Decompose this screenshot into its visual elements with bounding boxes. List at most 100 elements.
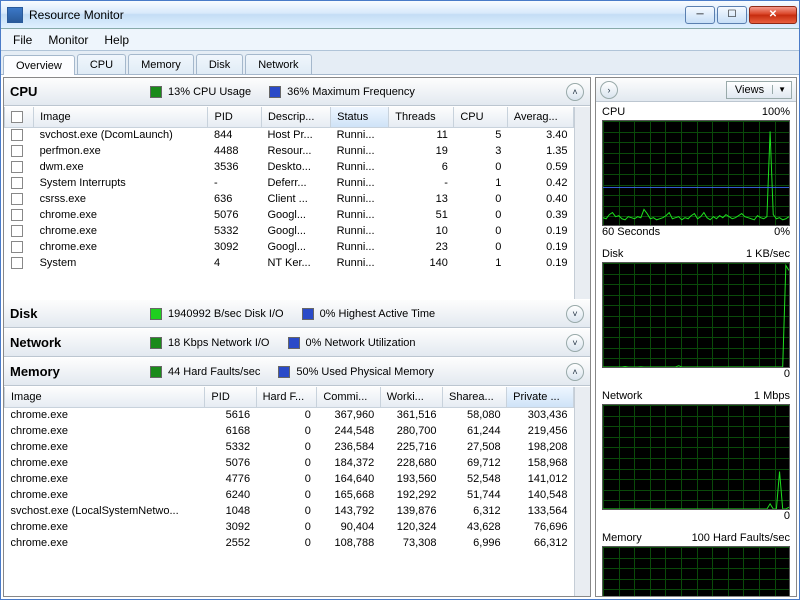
disk-section-header[interactable]: Disk 1940992 B/sec Disk I/O 0% Highest A… <box>4 300 590 328</box>
table-row[interactable]: svchost.exe (DcomLaunch) 844 Host Pr... … <box>5 127 574 143</box>
row-checkbox[interactable] <box>11 129 23 141</box>
table-row[interactable]: chrome.exe 2552 0 108,788 73,308 6,996 6… <box>5 535 574 551</box>
table-row[interactable]: System 4 NT Ker... Runni... 140 1 0.19 <box>5 255 574 271</box>
tab-cpu[interactable]: CPU <box>77 54 126 74</box>
network-expand-button[interactable]: ˅ <box>566 334 584 352</box>
disk-expand-button[interactable]: ˅ <box>566 305 584 323</box>
cell-cpu: 5 <box>454 127 507 143</box>
mem-col-image[interactable]: Image <box>5 387 205 407</box>
mem-col-share[interactable]: Sharea... <box>443 387 507 407</box>
cpu-col-threads[interactable]: Threads <box>389 107 454 127</box>
cpu-vscrollbar[interactable] <box>574 107 590 299</box>
menu-monitor[interactable]: Monitor <box>40 31 96 49</box>
cell-status: Runni... <box>331 207 389 223</box>
cpu-col-avg[interactable]: Averag... <box>507 107 573 127</box>
table-row[interactable]: svchost.exe (LocalSystemNetwo... 1048 0 … <box>5 503 574 519</box>
table-row[interactable]: chrome.exe 5332 0 236,584 225,716 27,508… <box>5 439 574 455</box>
graph-canvas <box>602 404 790 510</box>
table-row[interactable]: chrome.exe 6168 0 244,548 280,700 61,244… <box>5 423 574 439</box>
cell-commit: 143,792 <box>317 503 380 519</box>
table-row[interactable]: chrome.exe 5076 0 184,372 228,680 69,712… <box>5 455 574 471</box>
table-row[interactable]: chrome.exe 5076 Googl... Runni... 51 0 0… <box>5 207 574 223</box>
cell-avg: 0.40 <box>507 191 573 207</box>
cell-image: chrome.exe <box>5 455 205 471</box>
tab-network[interactable]: Network <box>245 54 311 74</box>
mem-col-priv[interactable]: Private ... <box>507 387 574 407</box>
menu-help[interactable]: Help <box>96 31 137 49</box>
graph-canvas <box>602 120 790 226</box>
cpu-col-status[interactable]: Status <box>331 107 389 127</box>
cell-share: 6,996 <box>443 535 507 551</box>
cell-desc: Googl... <box>261 239 330 255</box>
row-checkbox[interactable] <box>11 225 23 237</box>
cpu-col-image[interactable]: Image <box>34 107 208 127</box>
titlebar[interactable]: Resource Monitor ─ ☐ ✕ <box>1 1 799 29</box>
window-title: Resource Monitor <box>29 8 685 22</box>
cpu-col-pid[interactable]: PID <box>208 107 261 127</box>
cell-status: Runni... <box>331 223 389 239</box>
row-checkbox[interactable] <box>11 241 23 253</box>
views-label: Views <box>727 84 772 96</box>
cpu-col-cpu[interactable]: CPU <box>454 107 507 127</box>
network-section-header[interactable]: Network 18 Kbps Network I/O 0% Network U… <box>4 329 590 357</box>
tab-disk[interactable]: Disk <box>196 54 243 74</box>
cell-hf: 0 <box>256 455 317 471</box>
graph-max: 1 KB/sec <box>746 248 790 260</box>
tab-memory[interactable]: Memory <box>128 54 194 74</box>
row-checkbox[interactable] <box>11 257 23 269</box>
dropdown-arrow-icon[interactable]: ▼ <box>772 85 791 94</box>
cell-threads: 6 <box>389 159 454 175</box>
cell-threads: 140 <box>389 255 454 271</box>
mem-col-commit[interactable]: Commi... <box>317 387 380 407</box>
cell-pid: 4776 <box>205 471 256 487</box>
cpu-col-check[interactable] <box>5 107 34 127</box>
cell-status: Runni... <box>331 191 389 207</box>
cell-image: svchost.exe (LocalSystemNetwo... <box>5 503 205 519</box>
views-button[interactable]: Views ▼ <box>726 81 792 99</box>
cpu-section-header[interactable]: CPU 13% CPU Usage 36% Maximum Frequency … <box>4 78 590 106</box>
maximize-button[interactable]: ☐ <box>717 6 747 24</box>
cell-share: 69,712 <box>443 455 507 471</box>
cell-status: Runni... <box>331 239 389 255</box>
checkbox-icon[interactable] <box>11 111 23 123</box>
table-row[interactable]: dwm.exe 3536 Deskto... Runni... 6 0 0.59 <box>5 159 574 175</box>
memory-collapse-button[interactable]: ˄ <box>566 363 584 381</box>
side-panel: › Views ▼ CPU100% 60 Seconds0% Disk1 KB/… <box>595 77 797 597</box>
graph-network: Network1 Mbps 0 <box>596 386 796 528</box>
tab-overview[interactable]: Overview <box>3 55 75 75</box>
table-row[interactable]: chrome.exe 4776 0 164,640 193,560 52,548… <box>5 471 574 487</box>
row-checkbox[interactable] <box>11 209 23 221</box>
memory-vscrollbar[interactable] <box>574 387 590 596</box>
minimize-button[interactable]: ─ <box>685 6 715 24</box>
table-row[interactable]: chrome.exe 5616 0 367,960 361,516 58,080… <box>5 407 574 423</box>
cell-pid: 5332 <box>205 439 256 455</box>
side-collapse-button[interactable]: › <box>600 81 618 99</box>
cpu-collapse-button[interactable]: ˄ <box>566 83 584 101</box>
table-row[interactable]: chrome.exe 5332 Googl... Runni... 10 0 0… <box>5 223 574 239</box>
network-section-title: Network <box>10 335 150 350</box>
mem-col-pid[interactable]: PID <box>205 387 256 407</box>
table-row[interactable]: chrome.exe 3092 Googl... Runni... 23 0 0… <box>5 239 574 255</box>
table-row[interactable]: chrome.exe 3092 0 90,404 120,324 43,628 … <box>5 519 574 535</box>
graph-label: Memory <box>602 532 642 544</box>
cell-share: 52,548 <box>443 471 507 487</box>
cell-threads: 19 <box>389 143 454 159</box>
memory-section-header[interactable]: Memory 44 Hard Faults/sec 50% Used Physi… <box>4 358 590 386</box>
close-button[interactable]: ✕ <box>749 6 797 24</box>
cell-pid: 6168 <box>205 423 256 439</box>
row-checkbox[interactable] <box>11 161 23 173</box>
cell-image: chrome.exe <box>34 223 208 239</box>
graph-label: CPU <box>602 106 625 118</box>
cpu-col-desc[interactable]: Descrip... <box>261 107 330 127</box>
table-row[interactable]: chrome.exe 6240 0 165,668 192,292 51,744… <box>5 487 574 503</box>
table-row[interactable]: perfmon.exe 4488 Resour... Runni... 19 3… <box>5 143 574 159</box>
mem-col-work[interactable]: Worki... <box>380 387 442 407</box>
table-row[interactable]: System Interrupts - Deferr... Runni... -… <box>5 175 574 191</box>
row-checkbox[interactable] <box>11 177 23 189</box>
mem-col-hf[interactable]: Hard F... <box>256 387 317 407</box>
row-checkbox[interactable] <box>11 145 23 157</box>
table-row[interactable]: csrss.exe 636 Client ... Runni... 13 0 0… <box>5 191 574 207</box>
row-checkbox[interactable] <box>11 193 23 205</box>
cell-share: 61,244 <box>443 423 507 439</box>
menu-file[interactable]: File <box>5 31 40 49</box>
